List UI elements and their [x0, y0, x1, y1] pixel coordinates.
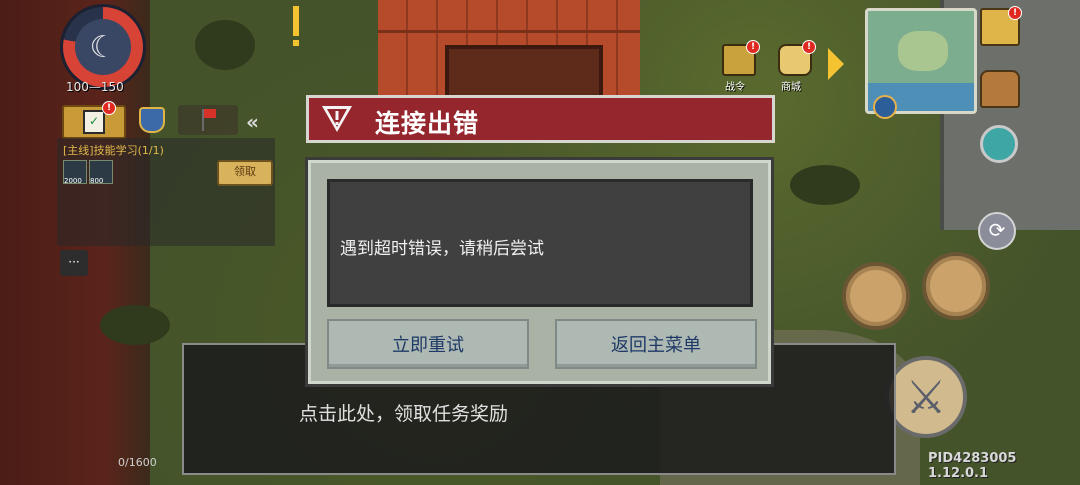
error-dialog: 遇到超时错误，请稍后尝试 立即重试 返回主菜单 — [305, 157, 774, 387]
notification-badge-icon: ! — [746, 40, 760, 54]
reward-item[interactable]: 2000 — [63, 160, 87, 185]
message-box: 遇到超时错误，请稍后尝试 — [327, 179, 753, 307]
battle-pass-button[interactable]: ! — [722, 40, 760, 76]
version-label: PID4283005 1.12.0.1 — [928, 451, 1017, 481]
health-readout: 100—150 — [66, 80, 124, 94]
expand-arrow-icon[interactable] — [828, 48, 844, 80]
collapse-panel-button[interactable]: « — [246, 110, 259, 134]
error-message: 遇到超时错误，请稍后尝试 — [340, 239, 544, 259]
shop-label: 商城 — [781, 82, 801, 93]
switch-button[interactable]: ⟳ — [978, 212, 1016, 250]
quest-exclamation-icon — [293, 6, 299, 46]
skill-button[interactable] — [842, 262, 910, 330]
attack-button[interactable]: ⚔ — [885, 356, 967, 438]
notification-badge-icon: ! — [802, 40, 816, 54]
guild-shield-icon — [139, 107, 165, 133]
shop-button[interactable]: ! — [778, 40, 816, 76]
quest-title: [主线]技能学习(1/1) — [63, 144, 164, 157]
warning-icon — [322, 106, 352, 132]
notification-badge-icon: ! — [102, 101, 116, 115]
chat-button[interactable]: ··· — [60, 250, 88, 276]
game-scene[interactable]: ☾ 100—150 ✓ ! « [主线]技能学习(1/1) 2000 800 领… — [0, 0, 1080, 485]
portal-button[interactable] — [980, 125, 1018, 163]
quest-tab[interactable]: ✓ ! — [62, 101, 126, 139]
health-current: 100 — [66, 80, 89, 94]
claim-button[interactable]: 领取 — [217, 160, 273, 186]
backpack-button[interactable] — [980, 70, 1020, 108]
retry-button[interactable]: 立即重试 — [327, 319, 529, 369]
bush — [790, 165, 860, 205]
dialog-title: 连接出错 — [375, 109, 480, 138]
team-tab[interactable] — [178, 105, 238, 135]
dialog-header: 连接出错 — [306, 95, 775, 143]
reward-item[interactable]: 800 — [89, 160, 113, 185]
notification-badge-icon: ! — [1008, 6, 1022, 20]
quest-panel[interactable]: [主线]技能学习(1/1) 2000 800 领取 — [57, 138, 275, 246]
experience-counter: 0/1600 — [118, 456, 157, 469]
sword-icon: ⚔ — [905, 370, 947, 424]
guild-tab[interactable] — [132, 105, 172, 135]
health-max: 150 — [100, 80, 124, 94]
bush — [195, 20, 255, 70]
main-menu-button[interactable]: 返回主菜单 — [555, 319, 757, 369]
minimap-land — [898, 31, 948, 71]
reward-amount: 2000 — [64, 177, 82, 185]
health-ring[interactable]: ☾ — [60, 4, 146, 90]
quest-list-icon: ✓ — [83, 110, 105, 134]
minimap-player-icon — [873, 95, 897, 119]
reward-amount: 800 — [90, 177, 104, 185]
task-hint-text: 点击此处，领取任务奖励 — [299, 403, 509, 425]
avatar: ☾ — [75, 19, 131, 75]
battle-pass-label: 战令 — [725, 82, 745, 93]
notes-button[interactable]: ! — [980, 6, 1022, 46]
skill-button[interactable] — [922, 252, 990, 320]
flag-icon — [202, 109, 216, 131]
bush — [100, 305, 170, 345]
